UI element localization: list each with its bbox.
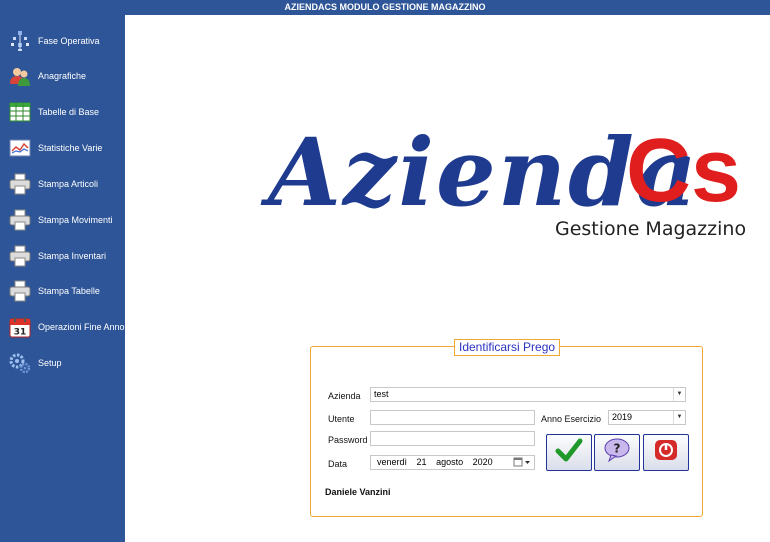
sidebar-item-stampa-tabelle[interactable]: Stampa Tabelle: [8, 276, 125, 306]
checkmark-icon: [555, 437, 583, 468]
chevron-down-icon[interactable]: ▼: [673, 411, 685, 424]
power-icon: [653, 438, 679, 467]
users-icon: [8, 64, 32, 88]
date-picker[interactable]: venerdì 21 agosto 2020: [370, 455, 535, 470]
sidebar-item-label: Tabelle di Base: [38, 107, 100, 117]
sidebar-item-label: Operazioni Fine Anno: [38, 322, 125, 332]
date-day: venerdì: [377, 457, 408, 467]
svg-text:?: ?: [614, 442, 621, 456]
sidebar-item-stampa-inventari[interactable]: Stampa Inventari: [8, 241, 125, 271]
sidebar-item-operazioni-fine-anno[interactable]: 31 Operazioni Fine Anno: [8, 312, 125, 342]
login-panel: Identificarsi Prego Azienda test ▼ Utent…: [310, 339, 703, 517]
date-year: 2020: [472, 457, 493, 467]
calendar-icon: 31: [8, 315, 32, 339]
date-number: 21: [416, 457, 427, 467]
azienda-label: Azienda: [328, 391, 361, 401]
sidebar-item-statistiche-varie[interactable]: Statistiche Varie: [8, 133, 125, 163]
sidebar-item-fase-operativa[interactable]: Fase Operativa: [8, 26, 125, 56]
confirm-button[interactable]: [546, 434, 592, 471]
anno-esercizio-label: Anno Esercizio: [541, 414, 602, 424]
sidebar-item-label: Stampa Movimenti: [38, 215, 113, 225]
printer-icon: [8, 172, 32, 196]
azienda-select[interactable]: test ▼: [370, 387, 686, 402]
utente-input[interactable]: [370, 410, 535, 425]
sidebar-item-label: Fase Operativa: [38, 36, 100, 46]
chevron-down-icon[interactable]: ▼: [673, 388, 685, 401]
user-name: Daniele Vanzini: [325, 487, 391, 497]
svg-text:31: 31: [14, 328, 27, 338]
help-bubble-icon: ?: [603, 437, 631, 468]
password-label: Password: [328, 435, 368, 445]
exit-button[interactable]: [643, 434, 689, 471]
sidebar-item-tabelle-di-base[interactable]: Tabelle di Base: [8, 97, 125, 127]
logo-accent-text: Cs: [626, 121, 742, 221]
logo-subtitle: Gestione Magazzino: [555, 218, 747, 240]
printer-icon: [8, 208, 32, 232]
network-icon: [8, 29, 32, 53]
sidebar-item-stampa-movimenti[interactable]: Stampa Movimenti: [8, 205, 125, 235]
sidebar-item-label: Statistiche Varie: [38, 143, 103, 153]
window-title: AZIENDACS MODULO GESTIONE MAGAZZINO: [0, 0, 770, 15]
sidebar-item-label: Setup: [38, 358, 62, 368]
sidebar-item-setup[interactable]: Setup: [8, 348, 125, 378]
sidebar-item-label: Stampa Inventari: [38, 251, 107, 261]
sidebar: Fase Operativa Anagrafiche Tabelle di Ba…: [0, 15, 125, 542]
anno-esercizio-select[interactable]: 2019 ▼: [608, 410, 686, 425]
data-label: Data: [328, 459, 348, 469]
sidebar-item-label: Anagrafiche: [38, 71, 87, 81]
app-logo: Azienda Cs Gestione Magazzino: [268, 118, 748, 258]
azienda-value: test: [374, 389, 389, 399]
password-input[interactable]: [370, 431, 535, 446]
sidebar-item-label: Stampa Tabelle: [38, 286, 100, 296]
login-legend: Identificarsi Prego: [454, 339, 561, 356]
sidebar-item-stampa-articoli[interactable]: Stampa Articoli: [8, 169, 125, 199]
date-month: agosto: [436, 457, 464, 467]
printer-icon: [8, 279, 32, 303]
anno-esercizio-value: 2019: [612, 412, 633, 422]
chart-icon: [8, 136, 32, 160]
sidebar-item-anagrafiche[interactable]: Anagrafiche: [8, 61, 125, 91]
sidebar-item-label: Stampa Articoli: [38, 179, 99, 189]
calendar-dropdown-icon[interactable]: [513, 457, 531, 470]
gears-icon: [8, 351, 32, 375]
utente-label: Utente: [328, 414, 355, 424]
table-icon: [8, 100, 32, 124]
help-button[interactable]: ?: [594, 434, 640, 471]
printer-icon: [8, 244, 32, 268]
